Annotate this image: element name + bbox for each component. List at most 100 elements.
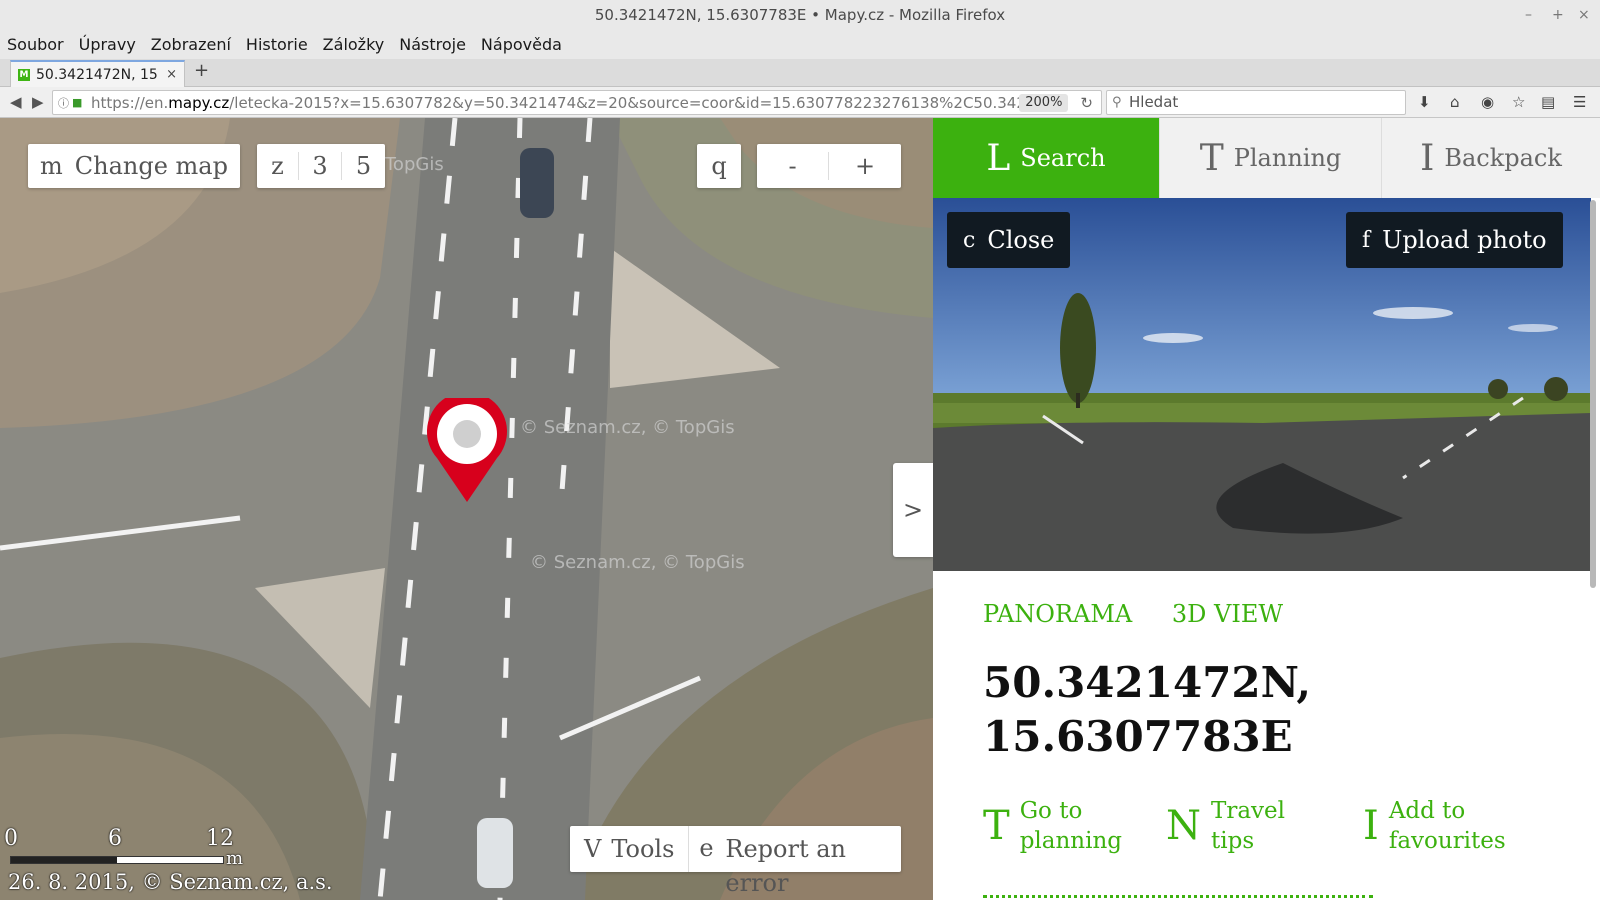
close-label: Close bbox=[987, 226, 1055, 254]
upload-photo-label: Upload photo bbox=[1382, 226, 1547, 254]
backpack-tab-icon: I bbox=[1420, 137, 1435, 179]
tab-backpack-label: Backpack bbox=[1444, 144, 1562, 172]
map-watermark: TopGis bbox=[384, 154, 444, 175]
panorama-photo[interactable]: c Close f Upload photo bbox=[933, 198, 1591, 571]
window-title: 50.3421472N, 15.6307783E • Mapy.cz - Moz… bbox=[594, 6, 1006, 24]
menu-bar: Soubor Úpravy Zobrazení Historie Záložky… bbox=[0, 30, 1600, 59]
backpack-icon: I bbox=[1363, 803, 1379, 849]
add-to-favourites-line1: Add to bbox=[1388, 798, 1466, 824]
map-watermark: © Seznam.cz, © TopGis bbox=[530, 552, 745, 573]
scale-unit: m bbox=[226, 848, 244, 869]
map-watermark: © Seznam.cz, © TopGis bbox=[520, 417, 735, 438]
travel-tips-icon: N bbox=[1166, 803, 1201, 849]
view-5-button[interactable]: 5 bbox=[342, 152, 385, 180]
browser-tab[interactable]: M 50.3421472N, 15 × bbox=[10, 60, 185, 87]
menu-soubor[interactable]: Soubor bbox=[7, 35, 64, 54]
tab-backpack[interactable]: I Backpack bbox=[1382, 118, 1600, 198]
window-titlebar: 50.3421472N, 15.6307783E • Mapy.cz - Moz… bbox=[0, 0, 1600, 30]
map-bottom-toolbar: V Tools e Report an error bbox=[570, 826, 901, 897]
navigation-toolbar: ◀ ▶ ⓘ ■ https://en.mapy.cz/letecka-2015?… bbox=[0, 87, 1600, 118]
report-icon: e bbox=[699, 834, 714, 862]
go-to-planning-action[interactable]: T Go to planning bbox=[983, 796, 1122, 856]
menu-nastroje[interactable]: Nástroje bbox=[399, 35, 466, 54]
report-error-label: Report an error bbox=[725, 835, 846, 897]
url-bar[interactable]: ⓘ ■ https://en.mapy.cz/letecka-2015?x=15… bbox=[52, 90, 1102, 115]
panel-scrollbar[interactable] bbox=[1590, 200, 1596, 588]
site-info-icon[interactable]: ⓘ bbox=[58, 95, 69, 111]
scale-label-6: 6 bbox=[108, 826, 122, 851]
tab-planning[interactable]: T Planning bbox=[1160, 118, 1382, 198]
map-search-icon[interactable]: q bbox=[697, 144, 741, 188]
tab-title: 50.3421472N, 15 bbox=[36, 66, 158, 83]
zoom-level-badge[interactable]: 200% bbox=[1019, 93, 1069, 112]
add-to-favourites-action[interactable]: I Add to favourites bbox=[1363, 796, 1506, 856]
map-layers-icon: m bbox=[40, 152, 63, 180]
zoom-controls: - + bbox=[757, 144, 901, 188]
search-input[interactable]: ⚲ Hledat bbox=[1106, 90, 1406, 115]
travel-tips-line1: Travel bbox=[1211, 798, 1286, 824]
travel-tips-action[interactable]: N Travel tips bbox=[1166, 796, 1285, 856]
close-window-button[interactable]: × bbox=[1578, 0, 1590, 30]
tab-search[interactable]: L Search bbox=[933, 118, 1160, 198]
panel-tabs: L Search T Planning I Backpack bbox=[933, 118, 1600, 198]
3d-view-link[interactable]: 3D VIEW bbox=[1172, 600, 1283, 628]
menu-napoveda[interactable]: Nápověda bbox=[481, 35, 562, 54]
view-3-button[interactable]: 3 bbox=[299, 152, 342, 180]
tab-planning-label: Planning bbox=[1233, 144, 1342, 172]
change-map-button[interactable]: m Change map bbox=[28, 144, 240, 188]
download-icon[interactable]: ⬇ bbox=[1418, 93, 1431, 111]
coordinate-longitude: 15.6307783E bbox=[983, 712, 1293, 761]
library-icon[interactable]: ▤ bbox=[1541, 93, 1555, 111]
search-tab-icon: L bbox=[986, 137, 1011, 179]
map-view[interactable]: © Seznam.cz, © TopGis © Seznam.cz, © Top… bbox=[0, 118, 933, 900]
menu-zobrazeni[interactable]: Zobrazení bbox=[151, 35, 231, 54]
planning-icon: T bbox=[983, 803, 1010, 849]
view-links: PANORAMA 3D VIEW bbox=[983, 600, 1283, 628]
bookmark-star-icon[interactable]: ☆ bbox=[1512, 93, 1525, 111]
forward-arrow-icon[interactable]: ▶ bbox=[32, 93, 44, 111]
hamburger-menu-icon[interactable]: ☰ bbox=[1573, 93, 1586, 111]
report-error-button[interactable]: e Report an error bbox=[689, 826, 884, 897]
tools-icon: V bbox=[584, 835, 602, 863]
close-panorama-button[interactable]: c Close bbox=[947, 212, 1071, 268]
new-tab-button[interactable]: + bbox=[194, 60, 209, 81]
more-content-edge bbox=[983, 890, 1373, 900]
minimize-button[interactable]: – bbox=[1525, 0, 1532, 30]
tools-button[interactable]: V Tools bbox=[570, 826, 690, 872]
add-to-favourites-line2: favourites bbox=[1388, 828, 1506, 854]
url-text[interactable]: https://en.mapy.cz/letecka-2015?x=15.630… bbox=[53, 94, 1019, 112]
zoom-out-button[interactable]: - bbox=[757, 152, 829, 180]
map-view-toggle: z 3 5 bbox=[257, 144, 385, 188]
expand-panel-button[interactable]: > bbox=[893, 463, 933, 557]
search-icon: ⚲ bbox=[1112, 95, 1122, 110]
close-icon: c bbox=[963, 227, 976, 253]
maximize-button[interactable]: + bbox=[1552, 0, 1564, 30]
menu-zalozky[interactable]: Záložky bbox=[323, 35, 385, 54]
zoom-in-button[interactable]: + bbox=[829, 152, 901, 180]
side-panel: L Search T Planning I Backpack c Close f… bbox=[933, 118, 1600, 900]
menu-upravy[interactable]: Úpravy bbox=[79, 35, 136, 54]
back-arrow-icon[interactable]: ◀ bbox=[10, 93, 22, 111]
reload-icon[interactable]: ↻ bbox=[1080, 94, 1093, 112]
aerial-imagery: © Seznam.cz, © TopGis © Seznam.cz, © Top… bbox=[0, 118, 933, 900]
lock-icon: ■ bbox=[72, 96, 83, 109]
map-copyright: 26. 8. 2015, © Seznam.cz, a.s. bbox=[8, 870, 333, 894]
coordinate-latitude: 50.3421472N, bbox=[983, 658, 1311, 707]
tab-bar: M 50.3421472N, 15 × + bbox=[0, 59, 1600, 87]
location-marker-icon[interactable] bbox=[425, 398, 509, 508]
search-placeholder: Hledat bbox=[1129, 93, 1179, 111]
scale-label-0: 0 bbox=[4, 826, 18, 851]
tab-close-icon[interactable]: × bbox=[166, 67, 177, 82]
home-icon[interactable]: ⌂ bbox=[1450, 93, 1460, 111]
pocket-icon[interactable]: ◉ bbox=[1481, 93, 1494, 111]
tools-label: Tools bbox=[611, 835, 675, 863]
tab-search-label: Search bbox=[1020, 144, 1106, 172]
scale-bar-graphic bbox=[10, 856, 224, 864]
mapy-favicon-icon: M bbox=[18, 68, 30, 81]
change-map-label: Change map bbox=[74, 152, 228, 180]
go-to-planning-line1: Go to bbox=[1019, 798, 1083, 824]
menu-historie[interactable]: Historie bbox=[246, 35, 308, 54]
globe-view-icon[interactable]: z bbox=[257, 152, 299, 180]
upload-photo-button[interactable]: f Upload photo bbox=[1346, 212, 1563, 268]
panorama-link[interactable]: PANORAMA bbox=[983, 600, 1132, 628]
